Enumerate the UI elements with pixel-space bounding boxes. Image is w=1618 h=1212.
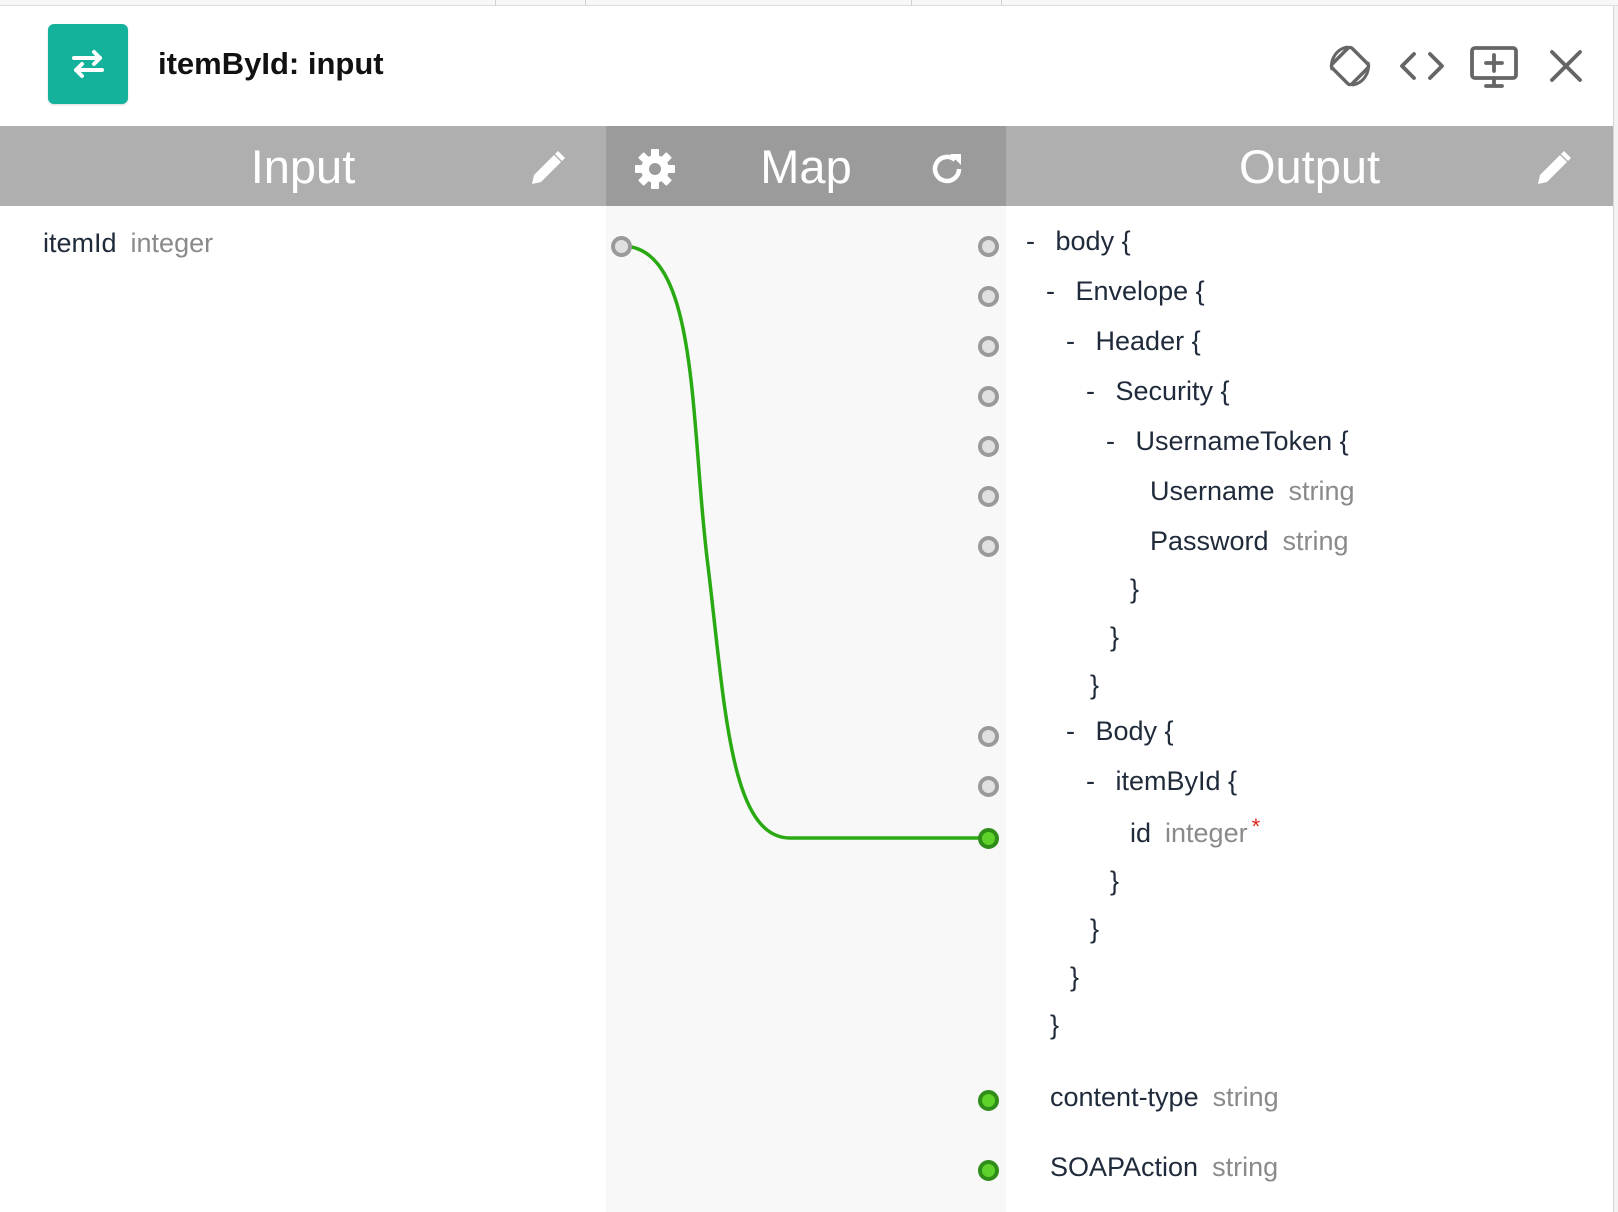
source-port-itemid[interactable] — [611, 236, 632, 257]
output-column-title: Output — [1238, 140, 1381, 193]
map-column-header: Map — [606, 126, 1006, 206]
tree-node-envelope[interactable]: - Envelope { — [1046, 276, 1205, 307]
mapping-panel: itemById: input Input Map Output itemId … — [0, 6, 1614, 1212]
target-port-body-element[interactable] — [978, 726, 999, 747]
target-port-envelope[interactable] — [978, 286, 999, 307]
target-port-body[interactable] — [978, 236, 999, 257]
code-view-icon[interactable] — [1396, 40, 1448, 92]
field-type: integer — [130, 228, 214, 258]
tree-node-header[interactable]: - Header { — [1066, 326, 1201, 357]
target-port-id[interactable] — [978, 828, 999, 849]
close-icon[interactable] — [1540, 40, 1592, 92]
target-port-content-type[interactable] — [978, 1090, 999, 1111]
input-column-title: Input — [250, 140, 356, 193]
tree-close-brace: } — [1090, 670, 1100, 700]
page-title: itemById: input — [158, 46, 384, 81]
target-port-username[interactable] — [978, 486, 999, 507]
tree-field-id[interactable]: id integer * — [1130, 814, 1260, 849]
required-marker: * — [1251, 814, 1261, 839]
tree-field-password[interactable]: Password string — [1150, 526, 1349, 557]
rotate-layout-icon[interactable] — [1324, 40, 1376, 92]
pencil-icon[interactable] — [1532, 146, 1574, 188]
target-port-soapaction[interactable] — [978, 1160, 999, 1181]
add-screen-icon[interactable] — [1468, 40, 1520, 92]
map-area — [606, 206, 1006, 1212]
tree-close-brace: } — [1050, 1010, 1060, 1040]
tree-field-username[interactable]: Username string — [1150, 476, 1355, 507]
target-port-password[interactable] — [978, 536, 999, 557]
field-name: itemId — [43, 228, 117, 258]
panel-header: itemById: input — [0, 6, 1613, 126]
refresh-icon[interactable] — [926, 146, 968, 188]
tree-node-security[interactable]: - Security { — [1086, 376, 1230, 407]
input-column-header: Input — [0, 126, 606, 206]
tree-node-body-element[interactable]: - Body { — [1066, 716, 1174, 747]
pencil-icon[interactable] — [526, 146, 568, 188]
output-column-header: Output — [1006, 126, 1613, 206]
tree-node-itembyid[interactable]: - itemById { — [1086, 766, 1237, 797]
header-field-content-type[interactable]: content-type string — [1050, 1082, 1279, 1113]
tree-node-body[interactable]: - body { — [1026, 226, 1131, 257]
target-port-itembyid[interactable] — [978, 776, 999, 797]
tree-close-brace: } — [1110, 622, 1120, 652]
target-port-usernametoken[interactable] — [978, 436, 999, 457]
tree-close-brace: } — [1070, 962, 1080, 992]
swap-arrows-icon — [48, 24, 128, 104]
header-field-soapaction[interactable]: SOAPAction string — [1050, 1152, 1278, 1183]
tree-close-brace: } — [1130, 574, 1140, 604]
tree-node-usernametoken[interactable]: - UsernameToken { — [1106, 426, 1349, 457]
target-port-header[interactable] — [978, 336, 999, 357]
input-field-itemid[interactable]: itemId integer — [43, 228, 213, 259]
tree-close-brace: } — [1110, 866, 1120, 896]
tree-close-brace: } — [1090, 914, 1100, 944]
target-port-security[interactable] — [978, 386, 999, 407]
